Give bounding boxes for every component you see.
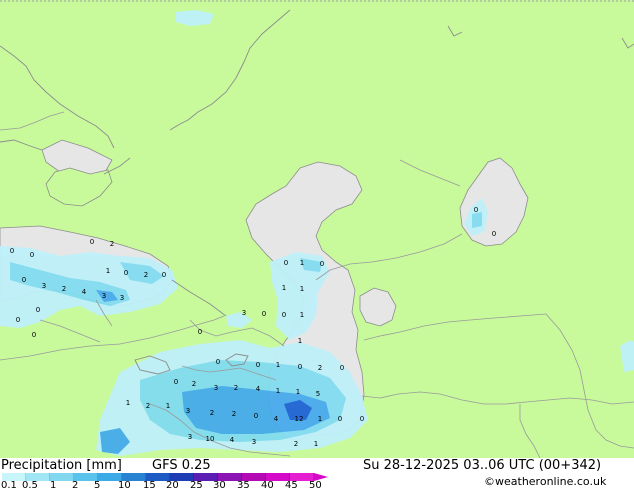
precip-value-label: 1 — [314, 440, 318, 448]
precip-value-label: 5 — [316, 390, 320, 398]
precip-value-label: 0 — [256, 361, 260, 369]
precip-value-label: 1 — [276, 387, 280, 395]
precip-value-label: 0 — [284, 259, 288, 267]
precip-value-label: 0 — [162, 271, 166, 279]
precip-value-label: 3 — [188, 433, 192, 441]
precip-value-label: 2 — [318, 364, 322, 372]
precip-value-label: 2 — [62, 285, 66, 293]
precip-value-label: 3 — [186, 407, 190, 415]
precip-value-label: 0 — [254, 412, 258, 420]
precip-value-label: 0 — [124, 269, 128, 277]
precip-value-label: 1 — [276, 361, 280, 369]
map-footer: Precipitation [mm] GFS 0.25 Su 28-12-202… — [0, 458, 634, 491]
product-title: Precipitation [mm] — [1, 458, 122, 473]
precip-value-label: 3 — [120, 294, 124, 302]
precip-value-label: 4 — [230, 436, 235, 444]
precip-value-label: 0 — [340, 364, 344, 372]
precip-value-label: 0 — [10, 247, 14, 255]
precip-value-label: 0 — [474, 206, 478, 214]
precip-value-label: 2 — [144, 271, 148, 279]
precip-area — [472, 212, 482, 228]
precip-value-label: 1 — [300, 311, 304, 319]
precip-value-label: 0 — [282, 311, 286, 319]
precip-value-label: 0 — [174, 378, 178, 386]
precip-value-label: 0 — [30, 251, 34, 259]
precip-value-label: 1 — [298, 337, 302, 345]
precip-value-label: 1 — [300, 259, 304, 267]
precip-value-label: 0 — [16, 316, 20, 324]
precip-value-label: 1 — [106, 267, 110, 275]
precip-value-label: 3 — [242, 309, 246, 317]
precip-value-label: 0 — [320, 260, 324, 268]
precip-value-label: 4 — [256, 385, 261, 393]
precip-value-label: 2 — [192, 380, 196, 388]
precip-value-label: 3 — [214, 384, 218, 392]
precip-value-label: 2 — [294, 440, 298, 448]
precip-value-label: 3 — [102, 292, 106, 300]
precipitation-map: 0 2 1 0 2 0 3 2 4 3 3 0 0 0 0 0 0 1 1 0 … — [0, 0, 634, 458]
precip-value-label: 0 — [360, 415, 364, 423]
precip-value-label: 0 — [338, 415, 342, 423]
precip-value-label: 0 — [90, 238, 94, 246]
precip-value-label: 1 — [296, 388, 300, 396]
precip-value-label: 3 — [252, 438, 256, 446]
precip-value-label: 1 — [300, 285, 304, 293]
precip-value-label: 4 — [274, 415, 279, 423]
precip-value-label: 0 — [36, 306, 40, 314]
valid-time: Su 28-12-2025 03..06 UTC (00+342) — [363, 458, 602, 473]
precip-value-label: 0 — [492, 230, 496, 238]
precip-value-label: 0 — [298, 363, 302, 371]
precip-value-label: 0 — [216, 358, 220, 366]
precip-value-label: 1 — [318, 415, 322, 423]
precip-value-label: 12 — [295, 415, 304, 423]
precip-value-label: 2 — [210, 409, 214, 417]
precip-value-label: 1 — [126, 399, 130, 407]
precip-value-label: 0 — [22, 276, 26, 284]
credit-link[interactable]: ©weatheronline.co.uk — [484, 475, 606, 488]
precip-value-label: 0 — [198, 328, 202, 336]
precip-value-label: 2 — [234, 384, 238, 392]
precip-value-label: 1 — [282, 284, 286, 292]
precip-value-label: 2 — [232, 410, 236, 418]
precip-value-label: 0 — [262, 310, 266, 318]
precip-value-label: 10 — [206, 435, 215, 443]
model-name: GFS 0.25 — [152, 458, 211, 473]
precip-value-label: 2 — [110, 240, 114, 248]
precip-value-label: 3 — [42, 282, 46, 290]
precip-value-label: 2 — [146, 402, 150, 410]
precip-value-label: 1 — [166, 402, 170, 410]
precip-value-label: 4 — [82, 288, 87, 296]
precip-value-label: 0 — [32, 331, 36, 339]
